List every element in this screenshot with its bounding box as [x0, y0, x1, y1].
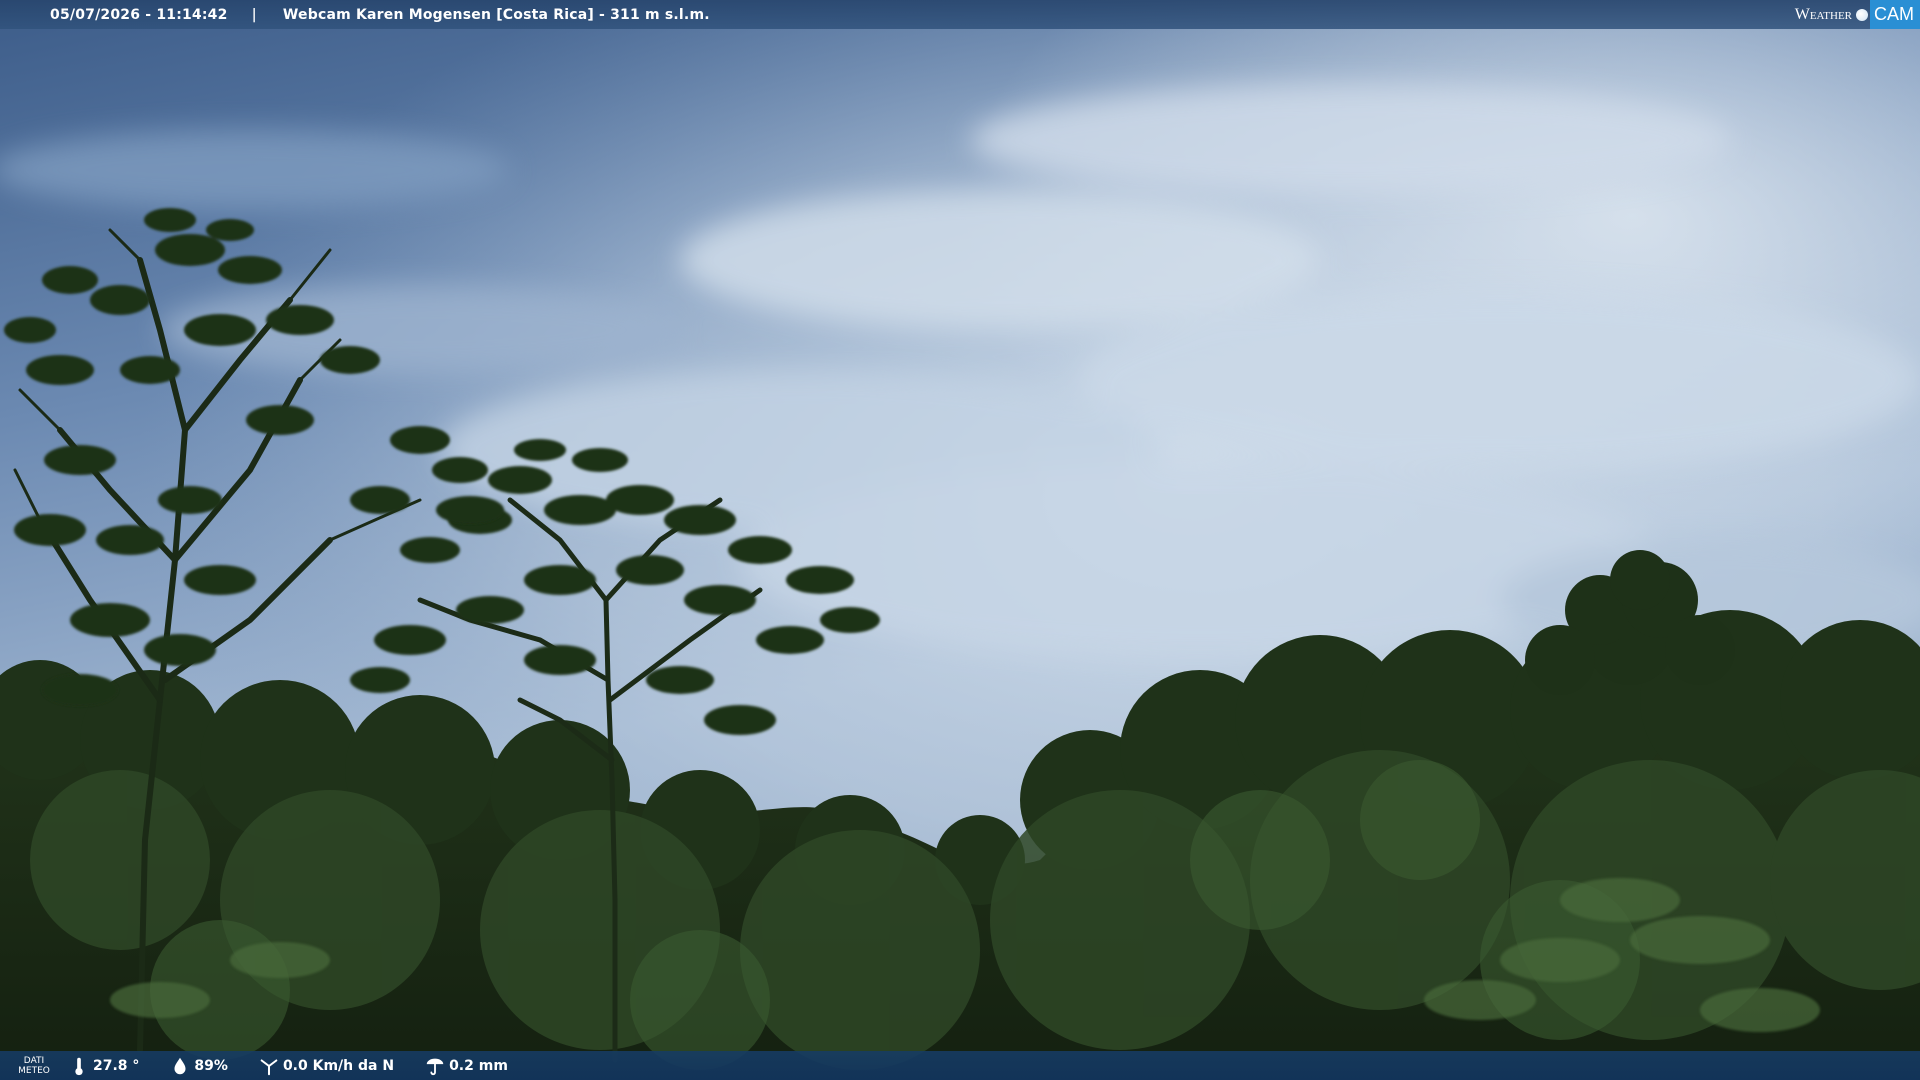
- meteo-wind: 0.0 Km/h da N: [258, 1055, 394, 1077]
- weathercam-logo: Weather CAM: [1789, 0, 1920, 29]
- temperature-value: 27.8 °: [93, 1057, 140, 1074]
- separator: |: [251, 6, 257, 23]
- rain-gauge-icon: [426, 1058, 444, 1075]
- humidity-drop-icon: [174, 1057, 186, 1074]
- wind-value: 0.0 Km/h da N: [282, 1057, 395, 1074]
- meteo-label-line2: METEO: [18, 1065, 50, 1076]
- logo-weather-text: Weather: [1794, 5, 1852, 23]
- humidity-value: 89%: [194, 1057, 228, 1074]
- meteo-label-line1: DATI: [23, 1055, 45, 1066]
- logo-dot-icon: [1856, 8, 1868, 21]
- logo-cam-text: CAM: [1870, 0, 1920, 29]
- wind-icon: [260, 1058, 278, 1075]
- webcam-frame: 05/07/2026 - 11:14:42 | Webcam Karen Mog…: [0, 0, 1920, 1080]
- meteo-rain: 0.2 mm: [424, 1055, 508, 1077]
- rain-value: 0.2 mm: [449, 1057, 508, 1074]
- meteo-temperature: 27.8 °: [68, 1055, 139, 1077]
- thermometer-icon: [75, 1057, 83, 1075]
- webcam-image: [0, 0, 1920, 1080]
- top-info-bar: 05/07/2026 - 11:14:42 | Webcam Karen Mog…: [0, 0, 1920, 29]
- meteo-label: DATI METEO: [0, 1056, 68, 1076]
- timestamp: 05/07/2026 - 11:14:42: [50, 6, 228, 23]
- webcam-title: Webcam Karen Mogensen [Costa Rica] - 311…: [282, 6, 710, 23]
- meteo-humidity: 89%: [169, 1055, 228, 1077]
- meteo-bar: DATI METEO 27.8 ° 89% 0.0 Km/h da N 0.2 …: [0, 1051, 1920, 1080]
